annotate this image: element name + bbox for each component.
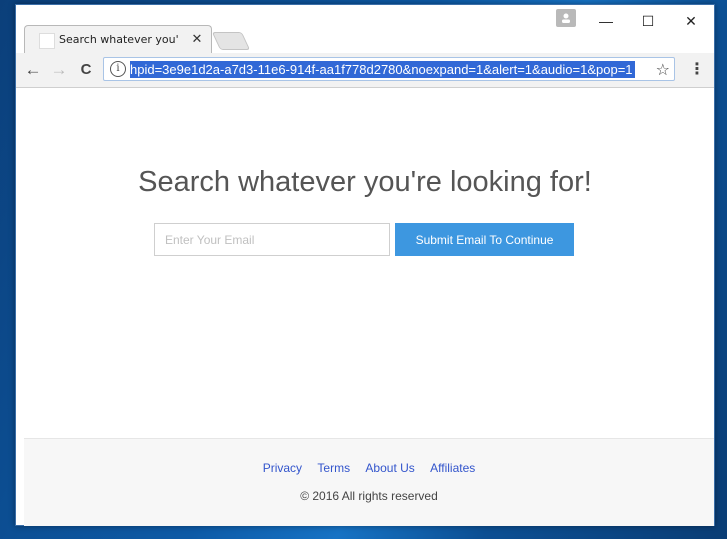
favicon-icon xyxy=(39,33,55,49)
address-bar[interactable]: i hpid=3e9e1d2a-a7d3-11e6-914f-aa1f778d2… xyxy=(103,57,675,81)
back-arrow-icon[interactable]: ← xyxy=(22,59,44,81)
page-footer: Privacy Terms About Us Affiliates © 2016… xyxy=(24,438,714,526)
submit-email-button[interactable]: Submit Email To Continue xyxy=(395,223,574,256)
browser-window: Search whatever you're l ✕ — ☐ ✕ ← → C i… xyxy=(15,4,715,526)
forward-arrow-icon[interactable]: → xyxy=(48,59,70,81)
url-text[interactable]: hpid=3e9e1d2a-a7d3-11e6-914f-aa1f778d278… xyxy=(130,61,635,78)
browser-menu-icon[interactable]: ⋮ xyxy=(688,59,706,81)
affiliates-link[interactable]: Affiliates xyxy=(430,461,475,475)
tab-title: Search whatever you're l xyxy=(59,33,179,46)
bookmark-star-icon[interactable]: ☆ xyxy=(656,60,670,80)
page-title: Search whatever you're looking for! xyxy=(138,166,592,198)
privacy-link[interactable]: Privacy xyxy=(263,461,302,475)
copyright-text: © 2016 All rights reserved xyxy=(300,489,438,503)
browser-toolbar: ← → C i hpid=3e9e1d2a-a7d3-11e6-914f-aa1… xyxy=(16,53,714,88)
person-icon xyxy=(562,13,570,23)
close-window-button[interactable]: ✕ xyxy=(676,11,706,31)
tab-close-icon[interactable]: ✕ xyxy=(189,30,205,48)
browser-tab[interactable]: Search whatever you're l ✕ xyxy=(24,25,212,54)
reload-icon[interactable]: C xyxy=(75,59,97,81)
new-tab-button[interactable] xyxy=(211,32,251,50)
email-field[interactable] xyxy=(154,223,390,256)
minimize-button[interactable]: — xyxy=(591,11,621,31)
terms-link[interactable]: Terms xyxy=(317,461,350,475)
title-bar: Search whatever you're l ✕ — ☐ ✕ xyxy=(16,5,714,54)
page-content: Search whatever you're looking for! Subm… xyxy=(16,88,714,526)
profile-button[interactable] xyxy=(556,9,576,27)
footer-links: Privacy Terms About Us Affiliates xyxy=(24,461,714,475)
maximize-button[interactable]: ☐ xyxy=(633,11,663,31)
about-us-link[interactable]: About Us xyxy=(365,461,414,475)
info-icon[interactable]: i xyxy=(110,61,126,77)
